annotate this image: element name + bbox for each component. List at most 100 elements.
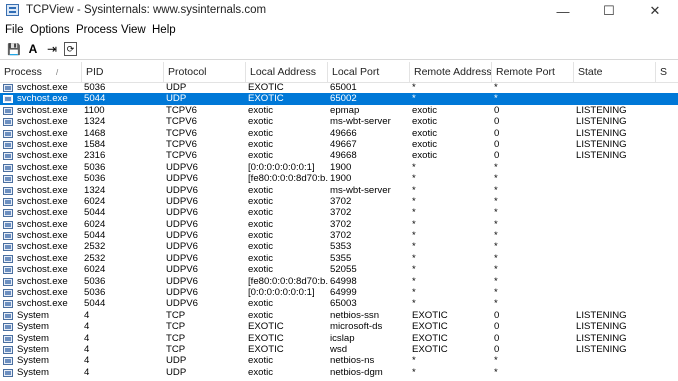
cell-process: svchost.exe: [17, 195, 68, 207]
table-row[interactable]: svchost.exe 2532 UDPV6 exotic 5353 * *: [0, 241, 678, 252]
process-icon: [3, 323, 13, 332]
cell-remote-port: *: [494, 82, 498, 93]
close-button[interactable]: ✕: [632, 0, 678, 22]
cell-remote-address: *: [412, 298, 416, 310]
cell-process: System: [17, 343, 49, 355]
column-local-address[interactable]: Local Address: [246, 62, 328, 82]
cell-remote-port: *: [494, 264, 498, 276]
table-row[interactable]: System 4 UDP exotic netbios-dgm * *: [0, 367, 678, 378]
cell-pid: 5044: [84, 298, 106, 310]
maximize-button[interactable]: ☐: [586, 0, 632, 22]
table-row[interactable]: svchost.exe 1324 TCPV6 exotic ms-wbt-server e…: [0, 116, 678, 127]
column-header: Process / PID Protocol Local Address Loca…: [0, 62, 678, 83]
cell-local-port: icslap: [330, 332, 355, 344]
table-row[interactable]: svchost.exe 5036 UDPV6 [0:0:0:0:0:0:0:1] 190…: [0, 162, 678, 173]
table-row[interactable]: svchost.exe 2316 TCPV6 exotic 49668 exotic 0 LI…: [0, 150, 678, 161]
cell-pid: 4: [84, 343, 90, 355]
process-icon: [3, 243, 13, 252]
cell-remote-address: exotic: [412, 116, 438, 128]
cell-remote-address: EXOTIC: [412, 332, 448, 344]
cell-remote-port: 0: [494, 127, 500, 139]
cell-remote-port: *: [494, 355, 498, 367]
table-row[interactable]: svchost.exe 1468 TCPV6 exotic 49666 exotic 0 LI…: [0, 128, 678, 139]
table-row[interactable]: System 4 UDP exotic netbios-ns * *: [0, 355, 678, 366]
cell-process: svchost.exe: [17, 218, 68, 230]
cell-process: svchost.exe: [17, 82, 68, 93]
table-row[interactable]: svchost.exe 1324 UDPV6 exotic ms-wbt-server *…: [0, 185, 678, 196]
column-protocol[interactable]: Protocol: [164, 62, 246, 82]
table-row[interactable]: svchost.exe 5044 UDPV6 exotic 3702 * *: [0, 230, 678, 241]
table-row[interactable]: svchost.exe 5044 UDPV6 exotic 65003 * *: [0, 298, 678, 309]
column-process[interactable]: Process /: [0, 62, 82, 82]
cell-remote-port: *: [494, 173, 498, 185]
save-icon[interactable]: 💾: [6, 41, 22, 57]
cell-pid: 5036: [84, 173, 106, 185]
connect-arrow-icon[interactable]: ⇥: [44, 41, 60, 57]
cell-local-address: exotic: [248, 150, 274, 162]
cell-local-port: 49667: [330, 138, 357, 150]
process-icon: [3, 197, 13, 206]
table-row[interactable]: svchost.exe 2532 UDPV6 exotic 5355 * *: [0, 253, 678, 264]
table-row[interactable]: svchost.exe 5044 UDPV6 exotic 3702 * *: [0, 207, 678, 218]
table-row[interactable]: svchost.exe 5044 UDP EXOTIC 65002 * *: [0, 93, 678, 105]
cell-remote-port: *: [494, 241, 498, 253]
table-row[interactable]: svchost.exe 5036 UDPV6 [fe80:0:0:0:8d70:b..…: [0, 173, 678, 184]
menu-file[interactable]: File: [5, 24, 24, 36]
cell-state: LISTENING: [576, 321, 627, 333]
column-remote-port[interactable]: Remote Port: [492, 62, 574, 82]
table-row[interactable]: svchost.exe 6024 UDPV6 exotic 3702 * *: [0, 219, 678, 230]
cell-protocol: TCP: [166, 343, 186, 355]
cell-remote-port: 0: [494, 321, 500, 333]
menu-process[interactable]: Process: [76, 24, 118, 36]
cell-local-address: [0:0:0:0:0:0:0:1]: [248, 287, 315, 299]
table-row[interactable]: svchost.exe 1584 TCPV6 exotic 49667 exotic 0 LI…: [0, 139, 678, 150]
table-row[interactable]: svchost.exe 5036 UDP EXOTIC 65001 * *: [0, 82, 678, 93]
table-row[interactable]: System 4 TCP exotic netbios-ssn EXOTIC 0 LISTEN…: [0, 310, 678, 321]
cell-process: svchost.exe: [17, 252, 68, 264]
cell-pid: 2316: [84, 150, 106, 162]
table-row[interactable]: svchost.exe 5036 UDPV6 [fe80:0:0:0:8d70:b..…: [0, 276, 678, 287]
table-row[interactable]: System 4 TCP EXOTIC wsd EXOTIC 0 LISTENING: [0, 344, 678, 355]
table-row[interactable]: svchost.exe 6024 UDPV6 exotic 3702 * *: [0, 196, 678, 207]
cell-protocol: TCP: [166, 321, 186, 333]
column-local-port[interactable]: Local Port: [328, 62, 410, 82]
table-row[interactable]: System 4 TCP EXOTIC microsoft-ds EXOTIC 0 LISTE…: [0, 321, 678, 332]
title-bar[interactable]: TCPView - Sysinternals: www.sysinternals…: [0, 0, 678, 22]
table-row[interactable]: svchost.exe 5036 UDPV6 [0:0:0:0:0:0:0:1] 649…: [0, 287, 678, 298]
cell-remote-address: *: [412, 161, 416, 173]
cell-local-port: wsd: [330, 343, 348, 355]
table-row[interactable]: svchost.exe 1100 TCPV6 exotic epmap exotic 0 LI…: [0, 105, 678, 116]
cell-remote-address: *: [412, 241, 416, 253]
menu-view[interactable]: View: [121, 24, 146, 36]
cell-local-port: 49666: [330, 127, 357, 139]
cell-local-port: 49668: [330, 150, 357, 162]
column-remote-address[interactable]: Remote Address: [410, 62, 492, 82]
cell-local-port: 64998: [330, 275, 357, 287]
menu-options[interactable]: Options: [30, 24, 70, 36]
font-a-icon[interactable]: A: [25, 41, 41, 57]
minimize-button[interactable]: —: [540, 0, 586, 22]
table-row[interactable]: svchost.exe 6024 UDPV6 exotic 52055 * *: [0, 264, 678, 275]
column-pid[interactable]: PID: [82, 62, 164, 82]
table-row[interactable]: System 4 TCP EXOTIC icslap EXOTIC 0 LISTENING: [0, 333, 678, 344]
process-icon: [3, 300, 13, 309]
cell-remote-address: *: [412, 355, 416, 367]
column-state[interactable]: State: [574, 62, 656, 82]
cell-local-address: exotic: [248, 355, 274, 367]
cell-local-address: exotic: [248, 252, 274, 264]
refresh-icon[interactable]: ⟳: [64, 42, 77, 56]
cell-state: LISTENING: [576, 343, 627, 355]
cell-remote-port: *: [494, 218, 498, 230]
process-icon: [3, 209, 13, 218]
cell-pid: 1584: [84, 138, 106, 150]
process-icon: [3, 254, 13, 263]
cell-process: svchost.exe: [17, 93, 68, 105]
cell-remote-address: *: [412, 275, 416, 287]
cell-process: svchost.exe: [17, 264, 68, 276]
cell-local-address: exotic: [248, 241, 274, 253]
cell-remote-address: exotic: [412, 127, 438, 139]
cell-protocol: UDPV6: [166, 218, 198, 230]
column-s[interactable]: S: [656, 62, 678, 82]
menu-help[interactable]: Help: [152, 24, 176, 36]
cell-local-port: microsoft-ds: [330, 321, 383, 333]
